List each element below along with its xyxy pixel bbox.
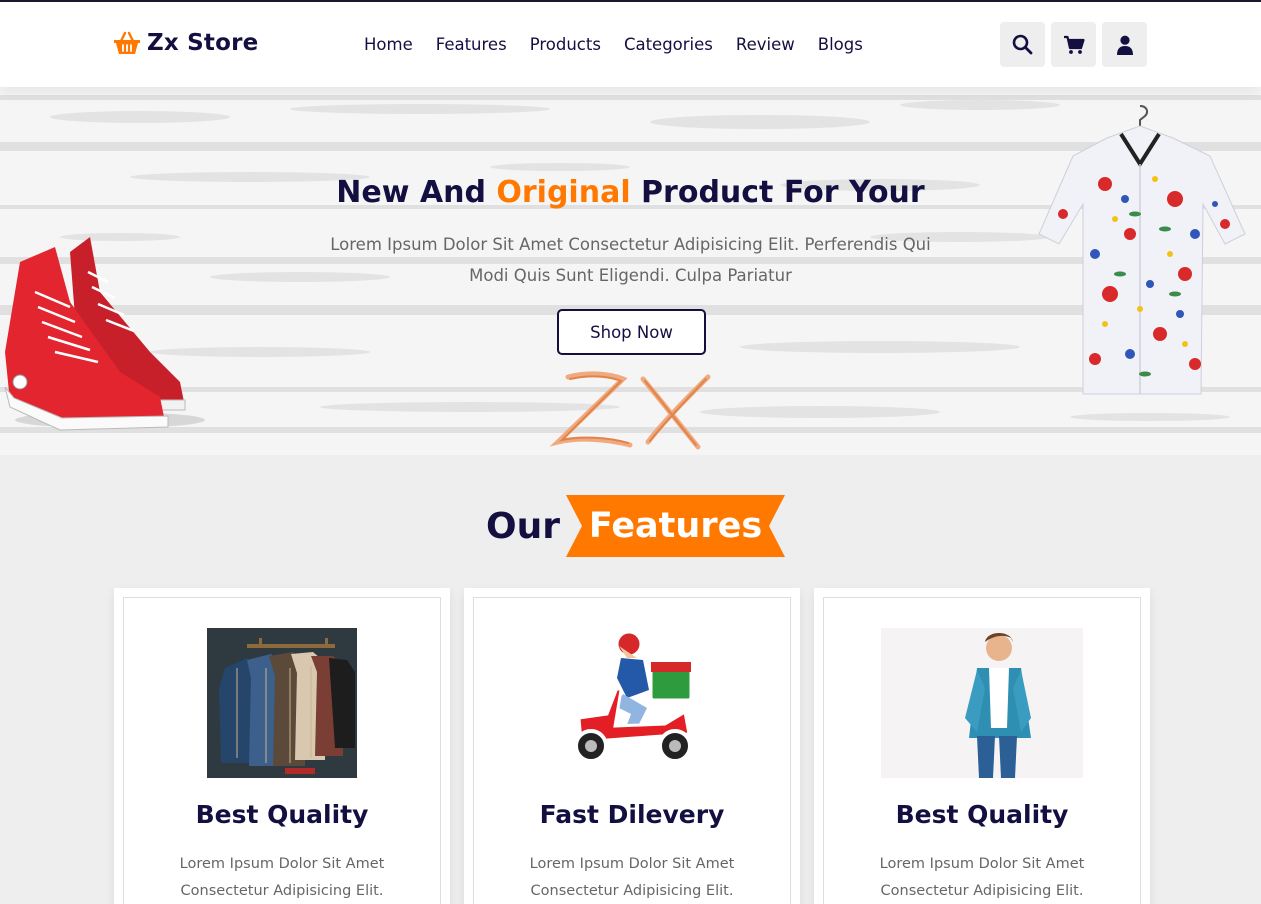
nav-review[interactable]: Review — [736, 35, 795, 54]
nav-categories[interactable]: Categories — [624, 35, 713, 54]
feature-card-frame: Best Quality Lorem Ipsum Dolor Sit Amet … — [823, 597, 1141, 904]
feature-card-text: Lorem Ipsum Dolor Sit Amet Consectetur A… — [179, 856, 385, 899]
nav-blogs[interactable]: Blogs — [818, 35, 863, 54]
feature-card-text: Lorem Ipsum Dolor Sit Amet Consectetur A… — [879, 856, 1085, 899]
user-button[interactable] — [1102, 22, 1147, 67]
features-heading-tag: Features — [566, 495, 785, 557]
basket-icon — [114, 31, 140, 54]
search-icon — [1012, 34, 1033, 55]
model-man-image — [881, 628, 1083, 778]
main-nav: Home Features Products Categories Review… — [364, 35, 886, 54]
hero-description: Lorem Ipsum Dolor Sit Amet Consectetur A… — [330, 235, 931, 285]
delivery-scooter-image — [557, 628, 707, 778]
logo-text: Zx Store — [147, 30, 259, 56]
user-icon — [1116, 35, 1133, 55]
header-icons — [1000, 22, 1147, 67]
cart-icon — [1063, 35, 1085, 54]
logo[interactable]: Zx Store — [113, 30, 258, 56]
nav-features[interactable]: Features — [436, 35, 507, 54]
feature-card-title: Fast Dilevery — [539, 800, 725, 829]
feature-card-title: Best Quality — [895, 800, 1069, 829]
search-button[interactable] — [1000, 22, 1045, 67]
zx-watermark — [549, 371, 711, 450]
hero-title-accent: Original — [496, 175, 631, 210]
site-header: Zx Store Home Features Products Categori… — [0, 2, 1261, 87]
clothes-rack-image — [207, 628, 357, 778]
features-heading-plain: Our — [486, 505, 560, 547]
features-heading-accent: Features — [588, 506, 763, 546]
hero-title-start: New And — [336, 175, 497, 210]
cart-button[interactable] — [1051, 22, 1096, 67]
hero-title-end: Product For Your — [630, 175, 925, 210]
feature-card-frame: Fast Dilevery Lorem Ipsum Dolor Sit Amet… — [473, 597, 791, 904]
feature-card-title: Best Quality — [195, 800, 369, 829]
feature-card-delivery: Fast Dilevery Lorem Ipsum Dolor Sit Amet… — [464, 588, 800, 904]
nav-home[interactable]: Home — [364, 35, 413, 54]
feature-card-quality-1: Best Quality Lorem Ipsum Dolor Sit Amet … — [114, 588, 450, 904]
features-heading: Our Features — [486, 495, 785, 557]
feature-card-frame: Best Quality Lorem Ipsum Dolor Sit Amet … — [123, 597, 441, 904]
feature-card-quality-2: Best Quality Lorem Ipsum Dolor Sit Amet … — [814, 588, 1150, 904]
nav-products[interactable]: Products — [530, 35, 601, 54]
hero-banner: New And Original Product For Your Lorem … — [0, 87, 1261, 455]
feature-card-text: Lorem Ipsum Dolor Sit Amet Consectetur A… — [529, 856, 735, 899]
shop-now-button[interactable]: Shop Now — [557, 309, 706, 355]
sneakers-image — [4, 237, 205, 431]
shirt-image — [1038, 105, 1246, 395]
hero-title: New And Original Product For Your — [0, 175, 1261, 210]
